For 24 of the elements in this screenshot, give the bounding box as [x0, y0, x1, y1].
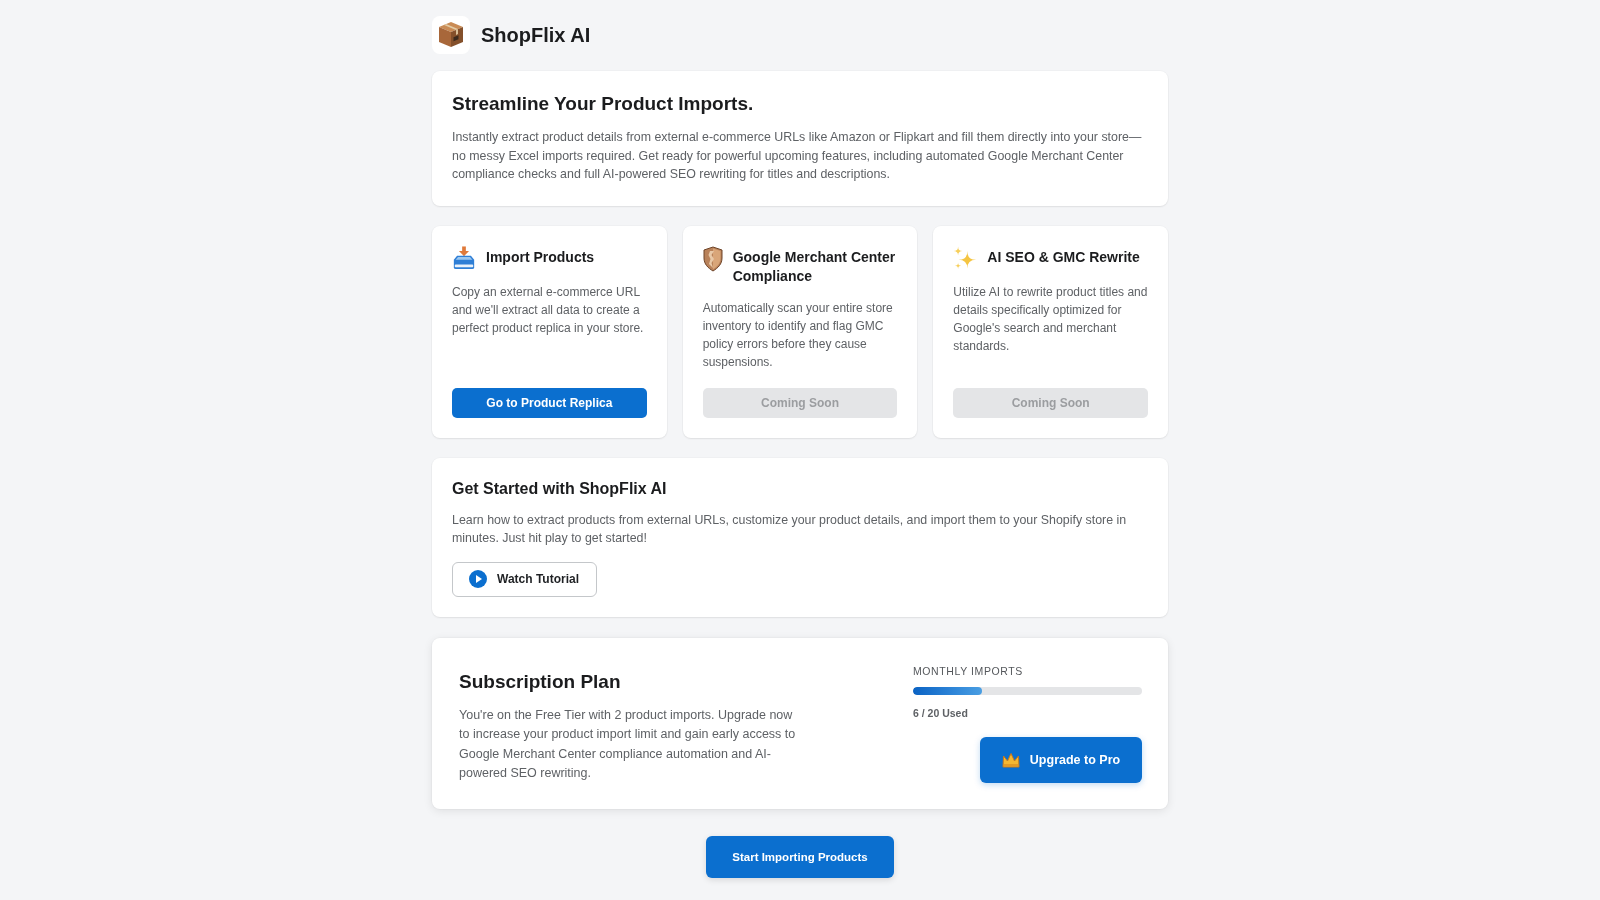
feature-button[interactable]: Go to Product Replica: [452, 387, 647, 418]
feature-text: Automatically scan your entire store inventory to identify and flag GMC policy errors before they cause suspensions.: [702, 299, 894, 371]
feature-text: Copy an external e-commerce URL and we'll extract all data to create a perfect product replica in your store.: [452, 283, 645, 337]
feature-title: Import Products: [486, 247, 595, 267]
tutorial-title: Get Started with ShopFlix AI: [452, 478, 668, 499]
app-title: ShopFlix AI: [481, 23, 591, 47]
feature-title: Google Merchant Center Compliance: [732, 247, 897, 286]
subscription-text: You're on the Free Tier with 2 product imports. Upgrade now to increase your product import limit and gain early access to Google Merchant Center compliance automation and AI-powered SEO rewriting.: [459, 706, 797, 782]
shield-icon: [702, 245, 723, 272]
subscription-title: Subscription Plan: [459, 669, 622, 694]
feature-text: Utilize AI to rewrite product titles and details specifically optimized for Google's search and merchant standards.: [953, 283, 1148, 355]
package-logo-icon: [432, 16, 470, 54]
inbox-tray-icon: [452, 245, 476, 270]
watch-tutorial-button[interactable]: Watch Tutorial: [452, 561, 597, 597]
meter-reading: 6 / 20 Used: [913, 706, 969, 719]
upgrade-button[interactable]: Upgrade to Pro: [980, 736, 1142, 783]
tutorial-text: Learn how to extract products from external URLs, customize your product details, and import them to your Shopify store in minutes. Just hit play to get started!: [452, 511, 1128, 547]
intro-title: Streamline Your Product Imports.: [452, 92, 755, 116]
start-importing-button[interactable]: Start Importing Products: [706, 835, 894, 878]
intro-text: Instantly extract product details from external e-commerce URLs like Amazon or Flipkart and fill them directly into your store—no messy Excel imports required. Get ready for powerful upcoming features, including automated Google Merchant Center compliance checks and full AI-powered SEO rewriting for titles and descriptions.: [452, 129, 1143, 183]
play-icon: [469, 570, 487, 588]
crown-icon: [1001, 751, 1020, 768]
feature-title: AI SEO & GMC Rewrite: [987, 247, 1140, 267]
meter-label: MONTHLY IMPORTS: [913, 664, 1024, 677]
